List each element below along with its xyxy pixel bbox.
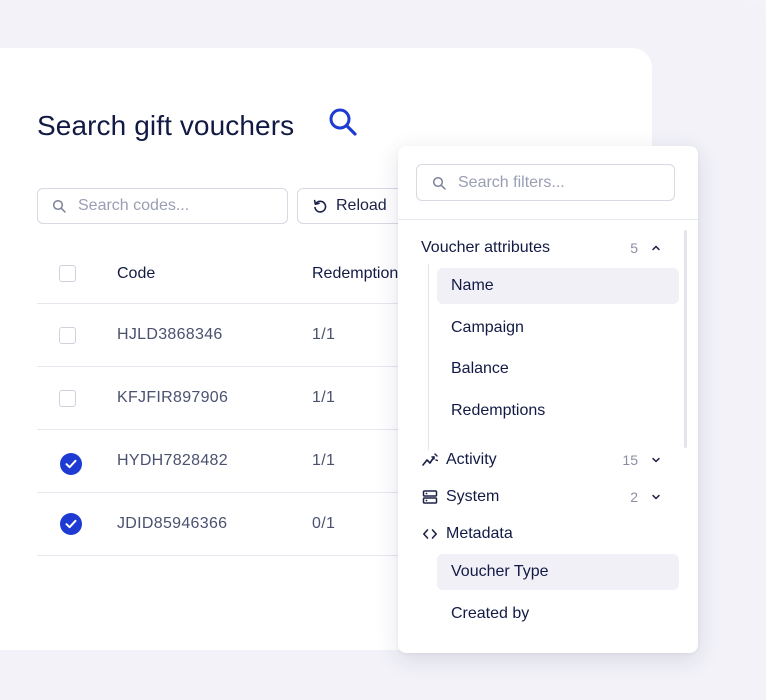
filter-group-label: System [446,488,500,505]
check-icon [65,519,77,529]
row-checkbox[interactable] [59,390,76,407]
code-search-field[interactable] [37,188,288,224]
table-row[interactable]: KFJFIR897906 1/1 [37,367,407,430]
code-search-input[interactable] [78,197,287,215]
filter-search-input[interactable] [458,173,674,192]
code-icon [423,529,437,539]
table-row[interactable]: HJLD3868346 1/1 [37,304,407,367]
filter-item-name[interactable]: Name [437,268,679,304]
reload-button[interactable]: Reload [297,188,407,224]
scrollbar[interactable] [684,230,687,448]
filter-group-count: 2 [630,489,638,505]
select-all-checkbox[interactable] [59,265,76,282]
filter-item-campaign[interactable]: Campaign [437,310,679,346]
voucher-redemption: 1/1 [312,326,336,343]
voucher-code: HYDH7828482 [117,452,228,469]
voucher-redemption: 1/1 [312,389,336,406]
row-checkbox[interactable] [59,327,76,344]
table-row[interactable]: JDID85946366 0/1 [37,493,407,556]
filter-item-voucher-type[interactable]: Voucher Type [437,554,679,590]
filter-group-label: Metadata [446,525,513,542]
filter-dropdown: Voucher attributes 5 Name Campaign Balan… [398,146,698,653]
filter-item-created-by[interactable]: Created by [437,596,679,632]
chevron-up-icon [652,245,660,251]
filter-group-metadata[interactable]: Metadata [398,521,698,547]
search-icon [52,199,66,213]
chevron-down-icon [652,494,660,500]
voucher-redemption: 0/1 [312,515,336,532]
reload-label: Reload [336,197,387,214]
activity-icon [422,453,438,466]
server-icon [422,490,438,504]
search-icon [432,176,446,190]
divider [398,219,698,220]
voucher-code: KFJFIR897906 [117,389,229,406]
filter-item-redemptions[interactable]: Redemptions [437,393,679,429]
filter-group-count: 5 [630,240,638,256]
row-checkbox-checked[interactable] [60,513,82,535]
table-row[interactable]: HYDH7828482 1/1 [37,430,407,493]
voucher-code: JDID85946366 [117,515,228,532]
filter-group-activity[interactable]: Activity 15 [398,447,698,473]
filter-group-label: Activity [446,451,497,468]
column-header-code[interactable]: Code [117,265,155,283]
vouchers-table: Code Redemption HJLD3868346 1/1 KFJFIR89… [37,244,407,556]
filter-group-count: 15 [622,452,638,468]
filter-group-label: Voucher attributes [421,239,550,256]
row-checkbox-checked[interactable] [60,453,82,475]
voucher-code: HJLD3868346 [117,326,223,343]
page-title: Search gift vouchers [37,110,295,141]
table-header: Code Redemption [37,244,407,304]
tree-guide-line [428,264,429,450]
search-icon[interactable] [327,106,359,138]
chevron-down-icon [652,457,660,463]
reload-icon [313,199,327,213]
voucher-redemption: 1/1 [312,452,336,469]
filter-search-field[interactable] [416,164,675,201]
filter-group-voucher-attributes[interactable]: Voucher attributes 5 [398,235,698,261]
column-header-redemption[interactable]: Redemption [312,265,407,283]
check-icon [65,459,77,469]
filter-item-balance[interactable]: Balance [437,351,679,387]
filter-group-system[interactable]: System 2 [398,484,698,510]
